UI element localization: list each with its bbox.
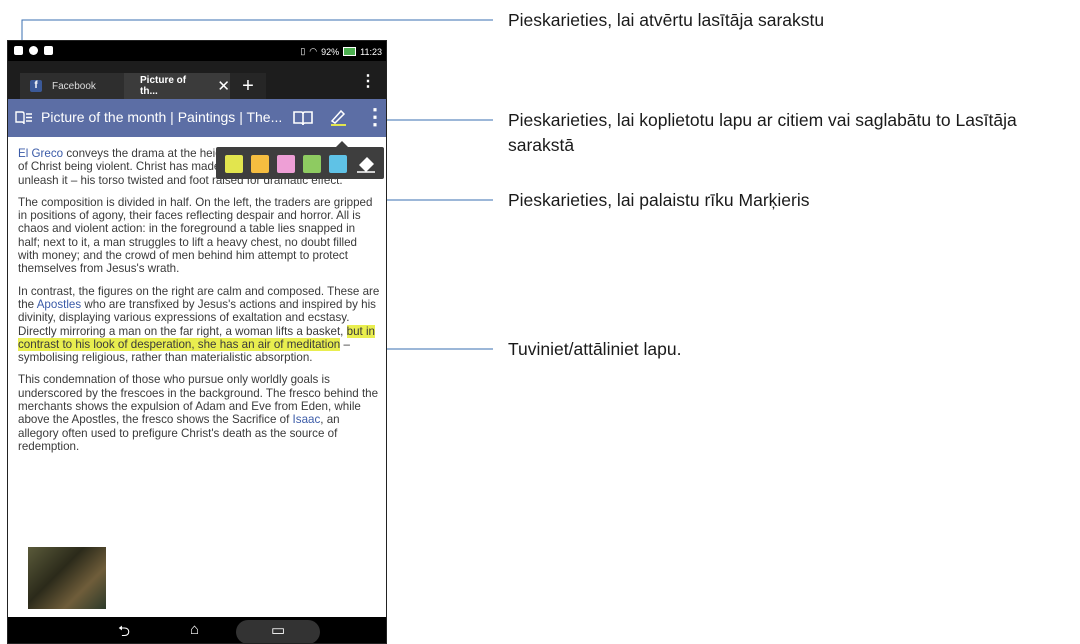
callout-zoom: Tuviniet/attāliniet lapu.: [508, 339, 682, 359]
battery-text: 92%: [321, 46, 340, 57]
battery-icon: [343, 47, 357, 56]
home-icon[interactable]: ⌂: [190, 621, 199, 638]
highlight-pink-swatch[interactable]: [277, 155, 295, 173]
painting-thumbnail[interactable]: [28, 547, 106, 609]
tab-label: Facebook: [52, 80, 96, 92]
paragraph: This condemnation of those who pursue on…: [18, 373, 379, 453]
tab-label: Picture of th...: [140, 75, 187, 97]
callout-reading-list: Pieskarieties, lai atvērtu lasītāja sara…: [508, 10, 825, 30]
tab-facebook[interactable]: f Facebook: [20, 73, 124, 99]
notification-icon: [14, 46, 23, 55]
close-tab-icon[interactable]: ✕: [217, 77, 230, 95]
paragraph: In contrast, the figures on the right ar…: [18, 284, 380, 365]
link-isaac[interactable]: Isaac: [293, 413, 321, 426]
facebook-icon: f: [30, 80, 42, 92]
navigation-bar: ⮌ ⌂ ▭: [8, 617, 386, 643]
vibrate-icon: ▯: [300, 46, 306, 56]
bag-icon: [44, 46, 53, 55]
tab-bar: f Facebook Picture of th... ✕ + ⋮: [8, 61, 386, 99]
marker-pen-icon[interactable]: [329, 108, 347, 126]
article-body: El Greco conveys the drama at the height…: [18, 147, 380, 462]
tablet-screen: ▯ ◠ 92% 11:23 f Facebook Picture of th..…: [7, 40, 387, 644]
new-tab-button[interactable]: +: [230, 73, 266, 99]
reading-list-icon[interactable]: [15, 110, 33, 125]
cloud-icon: [29, 46, 38, 55]
browser-menu-icon[interactable]: ⋮: [360, 71, 376, 91]
page-title[interactable]: Picture of the month | Paintings | The..…: [41, 109, 282, 125]
callout-marker: Pieskarieties, lai palaistu rīku Marķier…: [508, 190, 810, 210]
highlight-yellow-swatch[interactable]: [225, 155, 243, 173]
eraser-icon[interactable]: [355, 153, 377, 173]
wifi-icon: ◠: [309, 46, 318, 56]
back-icon[interactable]: ⮌: [118, 621, 130, 643]
clock: 11:23: [360, 46, 382, 57]
recent-apps-icon[interactable]: ▭: [271, 621, 285, 639]
address-bar: Picture of the month | Paintings | The..…: [8, 99, 386, 137]
highlight-green-swatch[interactable]: [303, 155, 321, 173]
paragraph: The composition is divided in half. On t…: [18, 195, 373, 276]
marker-palette: [216, 141, 384, 179]
link-apostles[interactable]: Apostles: [37, 298, 81, 311]
link-el-greco[interactable]: El Greco: [18, 147, 63, 160]
palette-pointer: [336, 141, 348, 147]
book-icon[interactable]: [293, 110, 313, 126]
callout-share: Pieskarieties, lai koplietotu lapu ar ci…: [508, 110, 1017, 155]
highlight-blue-swatch[interactable]: [329, 155, 347, 173]
tab-current-page[interactable]: Picture of th... ✕: [124, 73, 230, 99]
share-menu-icon[interactable]: ⋮: [364, 104, 386, 130]
status-bar: ▯ ◠ 92% 11:23: [8, 41, 386, 61]
highlight-orange-swatch[interactable]: [251, 155, 269, 173]
